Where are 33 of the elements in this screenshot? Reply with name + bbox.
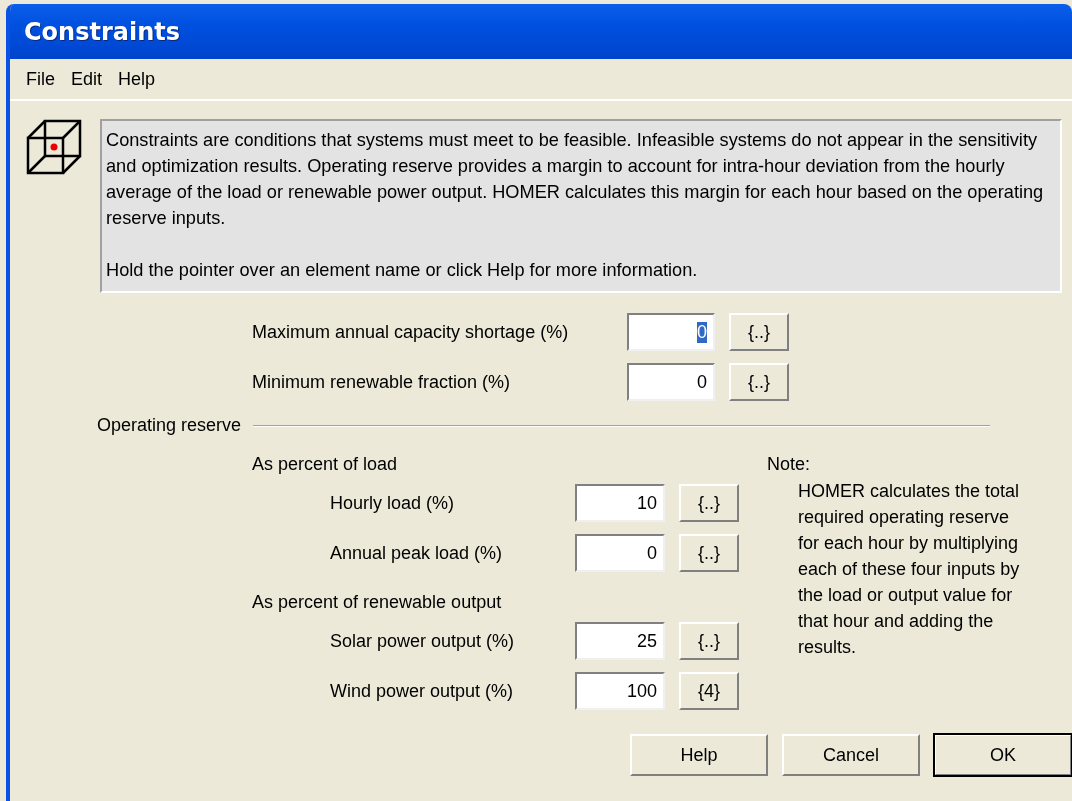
sensitivity-button[interactable]: {4}	[679, 672, 739, 710]
dialog-button[interactable]: Cancel	[782, 734, 920, 776]
dialog-button[interactable]: Help	[630, 734, 768, 776]
input-field[interactable]: 25	[575, 622, 665, 660]
input-field[interactable]: 10	[575, 484, 665, 522]
section-title: Operating reserve	[97, 415, 242, 436]
field-label: Annual peak load (%)	[330, 542, 504, 564]
info-text: Constraints are conditions that systems must meet to be feasible. Infeasible systems do not appear in the sensitivity and optimization results. Operating reserve provides a margin to account for intra-hour deviation from the hourly average of the load or renewable power output. HOMER calculates this margin for each hour based on the operating reserve inputs.	[106, 129, 1045, 230]
sensitivity-button[interactable]: {..}	[679, 534, 739, 572]
menu-item[interactable]: Help	[110, 68, 164, 90]
sensitivity-button[interactable]: {..}	[729, 363, 789, 401]
cube-icon	[26, 119, 82, 175]
input-field[interactable]: 0	[627, 363, 715, 401]
field-label: Maximum annual capacity shortage (%)	[252, 321, 570, 343]
field-label: Hourly load (%)	[330, 492, 456, 514]
dialog-button[interactable]: OK	[934, 734, 1072, 776]
info-text: Hold the pointer over an element name or click Help for more information.	[106, 259, 699, 282]
field-label: Wind power output (%)	[330, 680, 515, 702]
menu-item[interactable]: File	[18, 68, 63, 90]
note-text: HOMER calculates the total required operating reserve for each hour by multiplying each of these four inputs by the load or output value for that hour and adding the results.	[798, 480, 1021, 659]
input-field[interactable]: 0	[575, 534, 665, 572]
sensitivity-button[interactable]: {..}	[729, 313, 789, 351]
sensitivity-button[interactable]: {..}	[679, 622, 739, 660]
field-label: Minimum renewable fraction (%)	[252, 371, 512, 393]
window-title: Constraints	[24, 17, 181, 46]
input-field[interactable]: 0	[627, 313, 715, 351]
menu-item[interactable]: Edit	[63, 68, 111, 90]
group-heading: As percent of renewable output	[251, 591, 503, 614]
group-heading: As percent of load	[251, 453, 399, 476]
input-field[interactable]: 100	[575, 672, 665, 710]
note-heading: Note:	[767, 453, 812, 476]
field-label: Solar power output (%)	[330, 630, 516, 652]
sensitivity-button[interactable]: {..}	[679, 484, 739, 522]
